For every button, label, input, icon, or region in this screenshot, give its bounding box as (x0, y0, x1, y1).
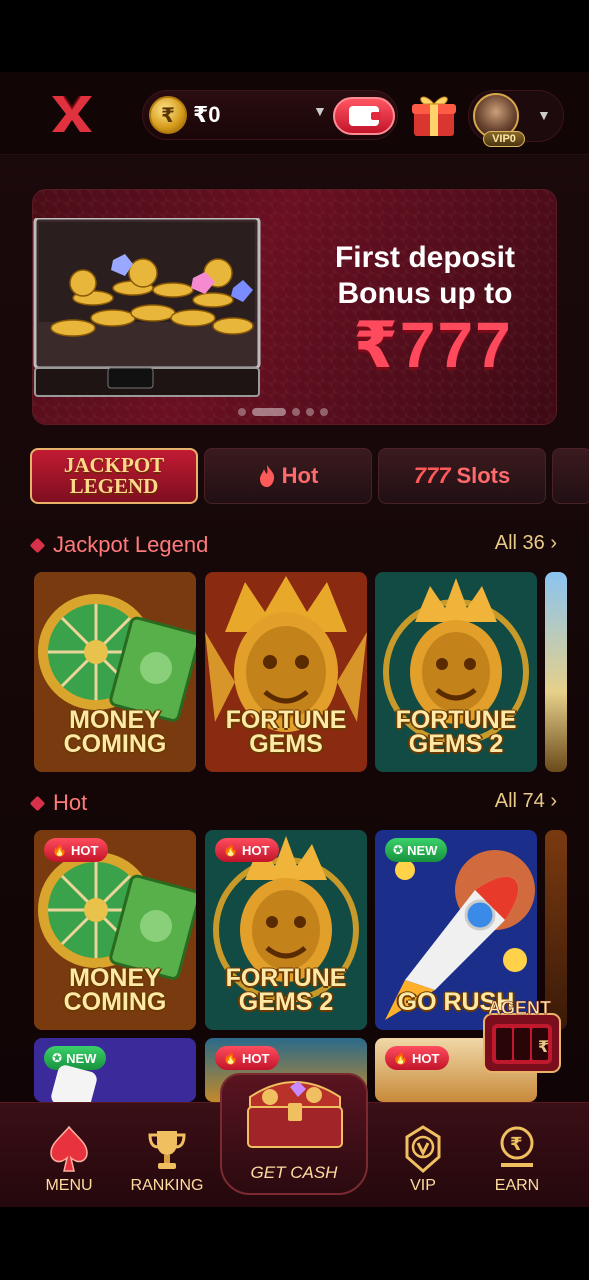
hot-badge: 🔥 HOT (215, 838, 280, 862)
hot-badge: 🔥 HOT (44, 838, 109, 862)
flame-icon (259, 465, 274, 487)
tab-hot[interactable]: Hot (204, 448, 372, 504)
wallet-button[interactable] (333, 97, 395, 135)
carousel-dot[interactable] (306, 408, 314, 416)
game-name: MONEY COMING (63, 706, 167, 758)
status-bar-area (0, 0, 589, 72)
earn-rupee-icon: ₹ (500, 1126, 534, 1167)
profile-menu[interactable]: VIP0 ▼ (468, 90, 564, 147)
diamond-icon (29, 795, 46, 812)
tab-hot-label: Hot (281, 463, 319, 488)
jackpot-games-row: MONEY COMING FORTUNE GEMS FORTUNE GEMS 2 (34, 572, 589, 772)
svg-text:₹: ₹ (538, 1037, 549, 1056)
agent-button[interactable]: ₹ AGENT (480, 996, 572, 1074)
hot-badge: 🔥 HOT (385, 1046, 450, 1070)
flame-icon: 🔥 (223, 843, 238, 857)
chevron-down-icon[interactable]: ▼ (313, 103, 327, 119)
wallet-icon (349, 106, 381, 126)
carousel-dot[interactable] (292, 408, 300, 416)
gift-icon[interactable] (410, 92, 458, 138)
new-badge: ✪ NEW (44, 1046, 107, 1070)
game-card-partial[interactable] (545, 572, 567, 772)
chevron-down-icon[interactable]: ▼ (537, 107, 551, 123)
new-badge: ✪ NEW (385, 838, 448, 862)
get-cash-button[interactable]: GET CASH (220, 1073, 368, 1195)
game-card[interactable]: FORTUNE GEMS (205, 572, 367, 772)
vip-shield-icon (405, 1125, 441, 1173)
brand-logo[interactable] (50, 94, 94, 134)
carousel-dot[interactable] (320, 408, 328, 416)
svg-text:₹: ₹ (510, 1134, 523, 1155)
game-card[interactable]: 🔥 HOT FORTUNE GEMS 2 (205, 830, 367, 1030)
nav-label: RANKING (130, 1177, 204, 1194)
treasure-case-icon (33, 218, 261, 397)
section-title: Hot (53, 790, 88, 815)
section-header-hot: Hot All 74 › (29, 788, 557, 818)
agent-label: AGENT (488, 998, 551, 1018)
rupee-coin-icon: ₹ (149, 96, 187, 134)
balance-pill[interactable]: ₹ ₹0 ▼ (142, 90, 398, 140)
tab-jackpot-legend[interactable]: JACKPOT LEGEND (30, 448, 198, 504)
nav-ranking[interactable]: RANKING (122, 1117, 212, 1197)
game-card[interactable]: MONEY COMING (34, 572, 196, 772)
view-all-link[interactable]: All 74 › (495, 790, 557, 813)
system-nav-area (0, 1207, 589, 1280)
banner-amount: ₹777 (353, 309, 513, 381)
nav-label: VIP (410, 1177, 436, 1194)
carousel-dots[interactable] (238, 407, 328, 417)
sevens-icon: 777 (413, 463, 451, 488)
get-cash-label: GET CASH (250, 1163, 338, 1182)
flame-icon: 🔥 (393, 1051, 408, 1065)
banner-title: First deposit Bonus up to (334, 241, 515, 310)
treasure-chest-icon (247, 1081, 343, 1148)
nav-vip[interactable]: VIP (378, 1117, 468, 1197)
promo-banner[interactable]: First deposit Bonus up to ₹777 (32, 189, 557, 425)
casino-app: ₹ ₹0 ▼ VIP0 ▼ First deposit Bonus up to … (0, 72, 589, 1207)
nav-menu[interactable]: MENU (24, 1117, 114, 1197)
nav-label: MENU (45, 1177, 93, 1194)
section-header-jackpot: Jackpot Legend All 36 › (29, 530, 557, 560)
game-name: FORTUNE GEMS 2 (225, 964, 347, 1016)
game-name: MONEY COMING (63, 964, 167, 1016)
star-icon: ✪ (393, 843, 404, 857)
flame-icon: 🔥 (52, 843, 67, 857)
tab-more[interactable] (552, 448, 589, 504)
carousel-dot-active[interactable] (252, 408, 286, 416)
tab-jackpot-label: JACKPOT LEGEND (63, 453, 165, 498)
trophy-icon (148, 1131, 186, 1169)
section-title: Jackpot Legend (53, 532, 209, 557)
flame-icon: 🔥 (223, 1051, 238, 1065)
spade-icon (50, 1125, 88, 1172)
top-header: ₹ ₹0 ▼ VIP0 ▼ (0, 72, 589, 155)
game-name: FORTUNE GEMS 2 (395, 706, 517, 758)
game-name: FORTUNE GEMS (225, 706, 347, 758)
tab-slots-label: Slots (456, 463, 511, 488)
vip-level-badge: VIP0 (483, 131, 525, 147)
game-card[interactable]: 🔥 HOT MONEY COMING (34, 830, 196, 1030)
balance-amount: ₹0 (193, 102, 221, 127)
game-card[interactable]: FORTUNE GEMS 2 (375, 572, 537, 772)
nav-earn[interactable]: ₹ EARN (472, 1117, 562, 1197)
tab-slots[interactable]: 777 Slots (378, 448, 546, 504)
nav-label: EARN (494, 1177, 540, 1194)
carousel-dot[interactable] (238, 408, 246, 416)
game-card[interactable]: ✪ NEW (34, 1038, 196, 1102)
view-all-link[interactable]: All 36 › (495, 532, 557, 555)
category-tabs: JACKPOT LEGEND Hot 777 Slots (30, 448, 589, 504)
diamond-icon (29, 537, 46, 554)
star-icon: ✪ (52, 1051, 63, 1065)
